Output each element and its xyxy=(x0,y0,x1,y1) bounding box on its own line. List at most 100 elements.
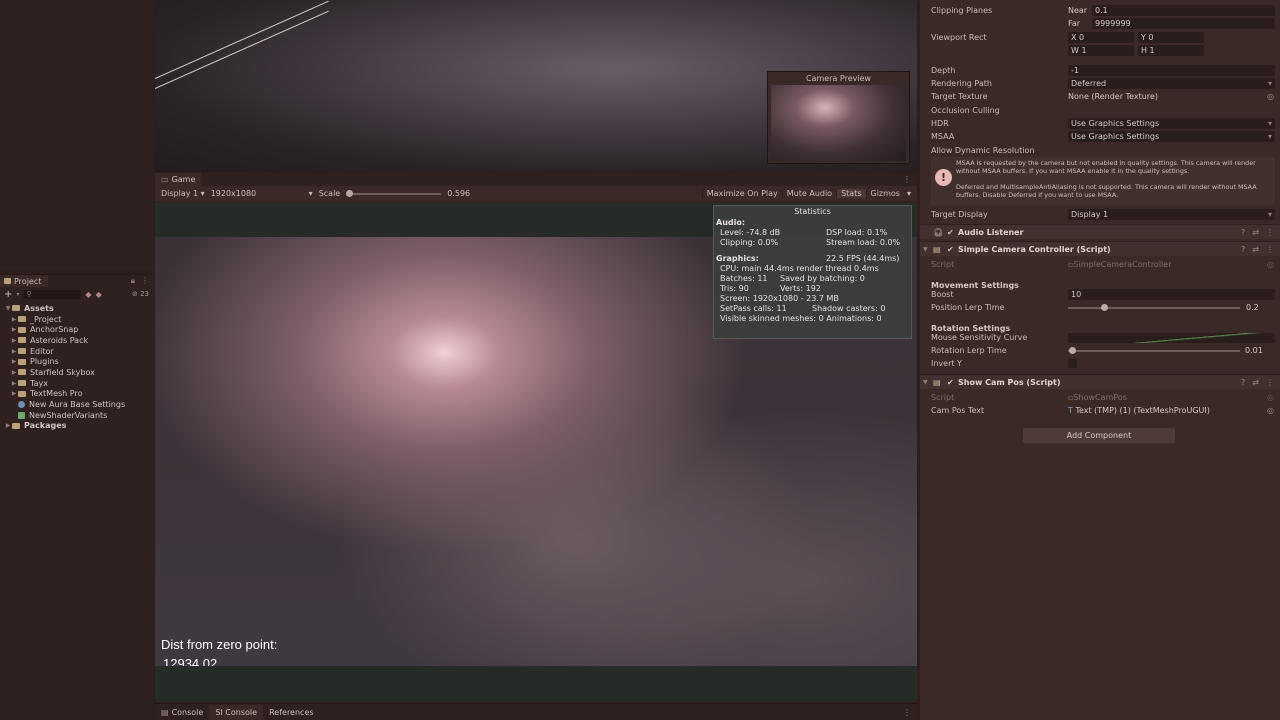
hidden-count[interactable]: ⊘ 23 xyxy=(132,290,149,298)
stats-button[interactable]: Stats xyxy=(836,189,866,198)
viewport-x-field[interactable]: X 0 xyxy=(1068,32,1134,43)
chevron-right-icon[interactable]: ▶ xyxy=(10,348,18,355)
scale-slider[interactable] xyxy=(346,189,442,197)
msaa-dropdown[interactable]: Use Graphics Settings xyxy=(1068,131,1275,142)
help-icon[interactable]: ? xyxy=(1241,228,1245,237)
tree-item-assets[interactable]: ▼ Assets xyxy=(0,303,153,314)
script-label: Script xyxy=(931,393,955,402)
object-picker-icon[interactable]: ◎ xyxy=(1267,406,1274,415)
tree-item-textmesh-pro[interactable]: ▶ TextMesh Pro xyxy=(0,389,153,400)
target-display-dropdown[interactable]: Display 1 xyxy=(1068,209,1275,220)
tag-icon[interactable]: ◆ xyxy=(96,290,102,299)
near-field[interactable]: 0.1 xyxy=(1092,5,1275,16)
saved-by-batching: Saved by batching: 0 xyxy=(780,274,865,283)
target-texture-label: Target Texture xyxy=(931,92,988,101)
far-field[interactable]: 9999999 xyxy=(1092,18,1275,29)
chevron-down-icon[interactable]: ▼ xyxy=(923,246,928,253)
add-component-button[interactable]: Add Component xyxy=(1023,428,1175,443)
show-cam-pos-header[interactable]: ▼ ▤ ✔ Show Cam Pos (Script) ? ⇄ ⋮ xyxy=(920,374,1280,389)
project-search-input[interactable]: ⚲ xyxy=(23,289,82,299)
tree-item-tayx[interactable]: ▶ Tayx xyxy=(0,378,153,389)
filter-icon[interactable]: ◆ xyxy=(85,290,91,299)
tree-item-anchorsnap[interactable]: ▶ AnchorSnap xyxy=(0,324,153,335)
chevron-right-icon[interactable]: ▶ xyxy=(10,358,18,365)
chevron-right-icon[interactable]: ▶ xyxy=(10,326,18,333)
display-dropdown[interactable]: Display 1 ▾ xyxy=(158,189,208,198)
tab-si-console[interactable]: SI Console xyxy=(209,704,264,720)
depth-field[interactable]: -1 xyxy=(1068,65,1275,76)
tree-item-project[interactable]: ▶ _Project xyxy=(0,314,153,325)
rendering-path-dropdown[interactable]: Deferred xyxy=(1068,78,1275,89)
tree-item-newshadervariants[interactable]: NewShaderVariants xyxy=(0,410,153,421)
viewport-y-field[interactable]: Y 0 xyxy=(1138,32,1204,43)
chevron-right-icon[interactable]: ▶ xyxy=(10,390,18,397)
more-icon[interactable]: ⋮ xyxy=(903,175,911,184)
tree-item-plugins[interactable]: ▶ Plugins xyxy=(0,356,153,367)
slider-knob[interactable] xyxy=(1069,347,1076,354)
tab-references[interactable]: References xyxy=(263,705,319,720)
tab-console[interactable]: ▤ Console xyxy=(155,705,209,720)
simple-camera-controller-header[interactable]: ▼ ▤ ✔ Simple Camera Controller (Script) … xyxy=(920,241,1280,256)
maximize-on-play-button[interactable]: Maximize On Play xyxy=(701,189,782,198)
more-icon[interactable]: ⋮ xyxy=(141,276,149,286)
viewport-h-field[interactable]: H 1 xyxy=(1138,45,1204,56)
tree-item-new-aura-base-settings[interactable]: New Aura Base Settings xyxy=(0,399,153,410)
lock-icon[interactable]: 🔒︎ xyxy=(131,276,135,286)
chevron-down-icon[interactable]: ▼ xyxy=(4,305,12,312)
chevron-right-icon[interactable]: ▶ xyxy=(10,380,18,387)
more-icon[interactable]: ⋮ xyxy=(903,708,911,717)
presets-icon[interactable]: ⇄ xyxy=(1252,245,1259,254)
tab-game[interactable]: ▭ Game xyxy=(155,173,202,186)
game-tabbar: ▭ Game ⋮ xyxy=(155,173,917,186)
tree-item-packages[interactable]: ▶ Packages xyxy=(0,421,153,432)
target-display-label: Target Display xyxy=(931,210,988,219)
tree-item-asteroids-pack[interactable]: ▶ Asteroids Pack xyxy=(0,335,153,346)
more-icon[interactable]: ⋮ xyxy=(1266,378,1274,387)
resolution-dropdown[interactable]: 1920x1080 ▾ xyxy=(208,189,316,198)
presets-icon[interactable]: ⇄ xyxy=(1252,378,1259,387)
mouse-curve-label: Mouse Sensitivity Curve xyxy=(931,333,1028,342)
target-texture-field[interactable]: None (Render Texture) xyxy=(1068,92,1158,101)
object-picker-icon[interactable]: ◎ xyxy=(1267,92,1274,101)
presets-icon[interactable]: ⇄ xyxy=(1252,228,1259,237)
game-view[interactable]: Dist from zero point: 12934.02 Statistic… xyxy=(155,202,917,702)
enabled-checkbox[interactable]: ✔ xyxy=(947,245,954,254)
invert-y-checkbox[interactable] xyxy=(1068,359,1077,368)
more-icon[interactable]: ⋮ xyxy=(1266,245,1274,254)
chevron-down-icon[interactable]: ▾ xyxy=(904,189,914,198)
plus-icon[interactable]: + xyxy=(4,289,12,300)
position-lerp-value[interactable]: 0.2 xyxy=(1246,303,1259,312)
tree-item-editor[interactable]: ▶ Editor xyxy=(0,346,153,357)
scale-slider-knob[interactable] xyxy=(346,189,354,197)
position-lerp-slider[interactable] xyxy=(1068,304,1240,311)
enabled-checkbox[interactable]: ✔ xyxy=(947,378,954,387)
boost-field[interactable]: 10 xyxy=(1068,289,1275,300)
help-icon[interactable]: ? xyxy=(1241,378,1245,387)
chevron-down-icon[interactable]: ▾ xyxy=(16,291,19,298)
tree-item-starfield-skybox[interactable]: ▶ Starfield Skybox xyxy=(0,367,153,378)
gizmos-button[interactable]: Gizmos xyxy=(865,189,904,198)
chevron-right-icon[interactable]: ▶ xyxy=(10,369,18,376)
hdr-dropdown[interactable]: Use Graphics Settings xyxy=(1068,118,1275,129)
audio-listener-header[interactable]: 🎧︎ ✔ Audio Listener ? ⇄ ⋮ xyxy=(920,224,1280,239)
enabled-checkbox[interactable]: ✔ xyxy=(947,228,954,237)
folder-icon xyxy=(18,380,26,387)
audio-heading: Audio: xyxy=(716,218,746,227)
slider-knob[interactable] xyxy=(1101,304,1108,311)
chevron-right-icon[interactable]: ▶ xyxy=(10,316,18,323)
tab-project[interactable]: Project xyxy=(0,275,48,287)
script-icon: ▤ xyxy=(933,377,941,387)
setpass-calls: SetPass calls: 11 xyxy=(720,304,787,313)
chevron-right-icon[interactable]: ▶ xyxy=(4,422,12,429)
viewport-w-field[interactable]: W 1 xyxy=(1068,45,1134,56)
mute-audio-button[interactable]: Mute Audio xyxy=(781,189,836,198)
chevron-right-icon[interactable]: ▶ xyxy=(10,337,18,344)
console-icon: ▤ xyxy=(161,707,169,717)
rotation-lerp-slider[interactable] xyxy=(1068,347,1240,354)
help-icon[interactable]: ? xyxy=(1241,245,1245,254)
rotation-lerp-value[interactable]: 0.01 xyxy=(1245,346,1263,355)
more-icon[interactable]: ⋮ xyxy=(1266,228,1274,237)
chevron-down-icon[interactable]: ▼ xyxy=(923,379,928,386)
mouse-sensitivity-curve[interactable] xyxy=(1068,332,1275,343)
cam-pos-text-field[interactable]: T Text (TMP) (1) (TextMeshProUGUI) xyxy=(1068,406,1210,415)
